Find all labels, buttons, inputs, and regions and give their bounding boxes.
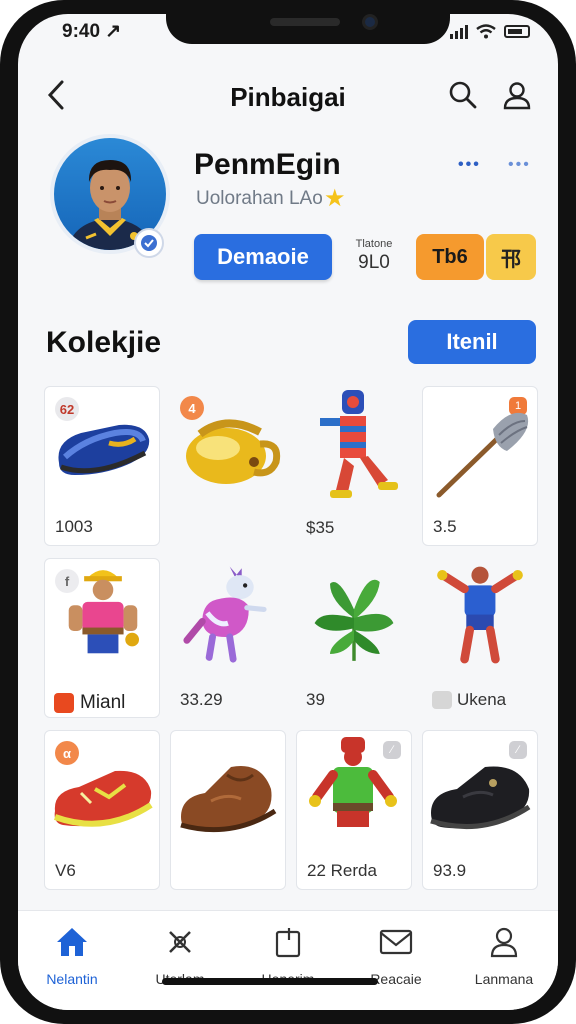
green-plant-image (314, 579, 394, 661)
stat-value: 9L0 (358, 252, 390, 273)
tab-mail[interactable]: Reacaie (342, 911, 450, 1010)
item-card-golden-lamp[interactable]: 4 (170, 386, 286, 546)
signal-icon (450, 24, 468, 39)
item-card-red-shoe[interactable]: α V6 (44, 730, 160, 890)
screen: 9:40 ↗ Pinbaigai PenmEgin Uolorahan LAo … (18, 14, 558, 1010)
item-card-blue-sneaker[interactable]: 62 1003 (44, 386, 160, 546)
pink-creature-image (183, 566, 267, 663)
item-card-green-figure[interactable]: ∕ 22 Rerda (296, 730, 412, 890)
item-price-text: 39 (306, 690, 325, 709)
tab-profile[interactable]: Lanmana (450, 911, 558, 1010)
star-icon: ★ (324, 185, 346, 212)
collection-grid: 62 1003 4 $35 1 3.5 f 33.29 39 Ukena α V… (44, 386, 538, 890)
item-card-striped-figure[interactable]: $35 (296, 386, 412, 546)
item-price-text: 22 Rerda (307, 861, 377, 880)
striped-figure-image (320, 390, 398, 498)
broom-image (436, 412, 529, 498)
item-card-broom[interactable]: 1 3.5 (422, 386, 538, 546)
stat-label: Tlatone (355, 238, 393, 250)
wifi-icon (476, 24, 496, 39)
search-icon[interactable] (448, 80, 478, 110)
phone-bezel: 9:40 ↗ Pinbaigai PenmEgin Uolorahan LAo … (0, 0, 576, 1024)
brown-shoe-image (180, 765, 277, 833)
options-dots-icon[interactable]: ••• (508, 156, 531, 174)
stat-block: Tlatone 9L0 (350, 238, 398, 274)
orange-button[interactable]: Tb6 (416, 234, 484, 280)
item-tag-icon (432, 691, 452, 709)
item-price: 33.29 (180, 690, 223, 710)
item-price-text: 1003 (55, 517, 93, 536)
item-price: 22 Rerda (307, 861, 377, 881)
mail-icon (379, 929, 413, 955)
status-time: 9:40 ↗ (62, 21, 122, 42)
item-price: Ukena (432, 690, 506, 710)
item-price: 93.9 (433, 861, 466, 881)
item-card-black-shoe[interactable]: ∕ 93.9 (422, 730, 538, 890)
blue-figure-image (437, 566, 523, 664)
top-bar: Pinbaigai (18, 66, 558, 126)
person-icon (490, 927, 518, 958)
item-card-green-plant[interactable]: 39 (296, 558, 412, 718)
blue-sneaker-image (58, 424, 150, 475)
verified-badge-icon (134, 228, 164, 258)
item-price-text: 93.9 (433, 861, 467, 880)
miner-card-label-text: Mianl (80, 692, 126, 713)
item-card-brown-shoe[interactable] (170, 730, 286, 890)
profile-header: PenmEgin Uolorahan LAo ★ ••• ••• Demaoie… (18, 134, 558, 294)
section-action-button[interactable]: Itenil (408, 320, 536, 364)
primary-action-button[interactable]: Demaoie (194, 234, 332, 280)
home-icon (57, 928, 87, 956)
item-price-text: 33.29 (180, 690, 223, 709)
camera (362, 14, 378, 30)
battery-icon (504, 25, 530, 38)
item-price-text: Ukena (457, 690, 507, 709)
profile-subtitle: Uolorahan LAo (196, 188, 323, 209)
section-title: Kolekjie (46, 326, 162, 359)
item-price: 3.5 (433, 517, 457, 537)
tab-tag[interactable]: Henerim (234, 911, 342, 1010)
miner-figure-image (68, 570, 139, 654)
user-icon[interactable] (502, 80, 532, 110)
item-price-text: 3.5 (433, 517, 457, 536)
item-price-text: $35 (306, 518, 335, 537)
item-price: $35 (306, 518, 334, 538)
red-shoe-image (53, 770, 153, 827)
home-indicator[interactable] (162, 978, 378, 985)
tab-label: Nelantin (46, 971, 98, 987)
cross-icon (169, 931, 191, 953)
miner-card-label: Mianl (54, 692, 125, 714)
bottom-tab-bar: Nelantin Uterlam Henerim Reacaie (18, 910, 558, 1010)
tab-cross[interactable]: Uterlam (126, 911, 234, 1010)
tab-label: Reacaie (370, 971, 422, 987)
item-card-blue-figure[interactable]: Ukena (422, 558, 538, 718)
item-card-pink-creature[interactable]: 33.29 (170, 558, 286, 718)
item-price-text: V6 (55, 861, 76, 880)
miner-tag-icon (54, 693, 74, 713)
status-icons (450, 24, 530, 39)
golden-lamp-image (186, 419, 281, 484)
profile-name: PenmEgin (194, 148, 341, 181)
tag-icon (275, 928, 301, 958)
tab-home[interactable]: Nelantin (18, 911, 126, 1010)
more-dots-icon[interactable]: ••• (458, 156, 481, 174)
yellow-button[interactable]: 邗 (486, 234, 536, 280)
item-price: V6 (55, 861, 76, 881)
green-figure-image (309, 737, 397, 827)
black-shoe-image (430, 766, 531, 830)
speaker (270, 18, 340, 26)
item-price: 1003 (55, 517, 93, 537)
item-price: 39 (306, 690, 325, 710)
notch (166, 14, 450, 44)
tab-label: Lanmana (474, 971, 534, 987)
